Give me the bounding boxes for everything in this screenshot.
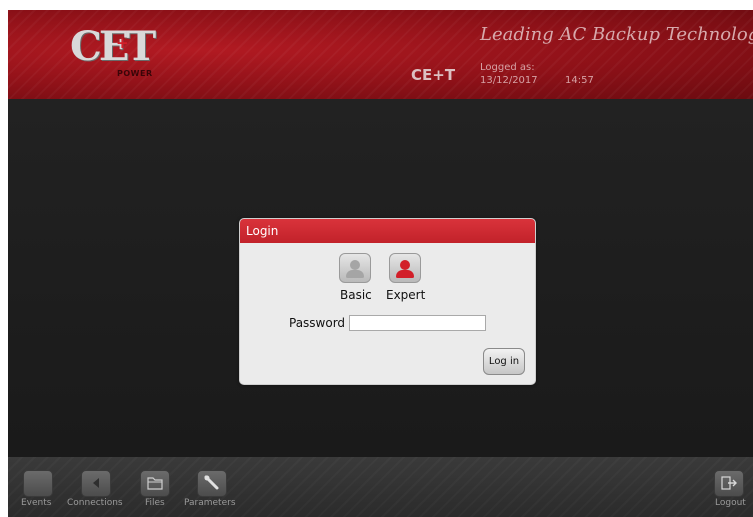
toolbar-label-parameters: Parameters	[184, 498, 236, 508]
logged-as-label: Logged as:	[480, 62, 535, 73]
password-label: Password	[289, 316, 346, 330]
logout-icon[interactable]	[714, 470, 744, 497]
connections-glyph	[93, 478, 99, 488]
log-in-button[interactable]: Log in	[483, 348, 525, 375]
wrench-glyph	[204, 475, 219, 490]
toolbar-label-events: Events	[21, 498, 52, 508]
login-dialog: Login Basic Expert Password Log in	[239, 218, 536, 385]
tagline: Leading AC Backup Technology	[480, 24, 753, 45]
dialog-title: Login	[240, 219, 535, 243]
cet-power-logo: CET + POWER	[70, 25, 160, 83]
logo-subtext: POWER	[117, 69, 153, 78]
logo-plus: +	[116, 34, 129, 52]
folder-glyph	[147, 477, 163, 490]
folder-icon[interactable]	[140, 470, 170, 497]
expert-user-button[interactable]	[389, 253, 421, 283]
toolbar-label-connections: Connections	[67, 498, 123, 508]
logout-glyph	[721, 476, 737, 490]
expert-label: Expert	[386, 288, 426, 302]
bottom-toolbar: Events Connections Files Parameters Logo…	[8, 457, 753, 517]
user-icon-body	[346, 270, 364, 278]
user-icon-head	[400, 260, 410, 270]
basic-user-button[interactable]	[339, 253, 371, 283]
product-name: CE+T	[411, 66, 456, 84]
current-date: 13/12/2017	[480, 75, 538, 86]
header-banner: CET + POWER Leading AC Backup Technology…	[8, 10, 753, 99]
wrench-icon[interactable]	[197, 470, 227, 497]
logo-text: CET	[70, 23, 156, 70]
user-icon-head	[350, 260, 360, 270]
app-window: CET + POWER Leading AC Backup Technology…	[8, 10, 753, 517]
connections-icon[interactable]	[81, 470, 111, 497]
password-input[interactable]	[349, 315, 486, 331]
user-icon-body	[396, 270, 414, 278]
events-icon[interactable]	[23, 470, 53, 497]
basic-label: Basic	[340, 288, 372, 302]
toolbar-label-files: Files	[145, 498, 165, 508]
toolbar-label-logout: Logout	[715, 498, 746, 508]
current-time: 14:57	[565, 75, 594, 86]
